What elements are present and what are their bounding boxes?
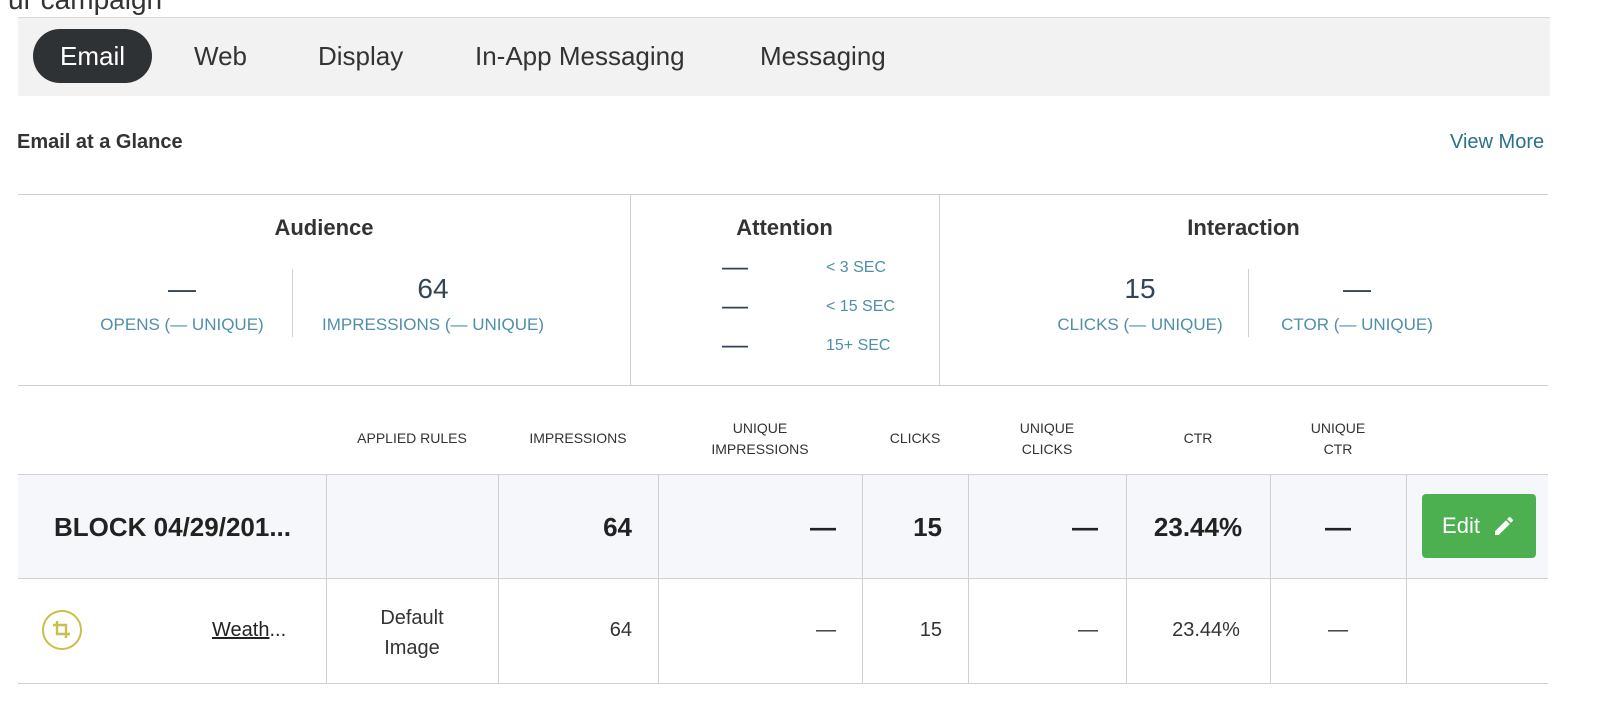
sub-clicks: 15	[919, 619, 942, 641]
crop-icon	[42, 610, 82, 650]
header-text: UNIQUE	[1310, 420, 1366, 436]
tab-email[interactable]: Email	[33, 29, 153, 83]
header-ctr: CTR	[1183, 430, 1213, 446]
block-name[interactable]: BLOCK 04/29/201...	[54, 512, 291, 543]
header-text: UNIQUE	[732, 420, 788, 436]
attention-value-15s: —	[722, 290, 748, 320]
creative-name: Weath	[212, 619, 270, 641]
sub-applied-rules: Default Image	[326, 603, 498, 663]
block-unique-ctr: —	[1325, 512, 1351, 542]
attention-value-3s: —	[722, 251, 748, 281]
tab-display[interactable]: Display	[318, 29, 403, 83]
header-text: IMPRESSIONS	[711, 441, 809, 457]
edit-button[interactable]: Edit	[1422, 494, 1536, 558]
table-divider	[18, 683, 1548, 684]
channel-tabs: Email Web Display In-App Messaging Messa…	[18, 18, 1550, 96]
summary-panel: Audience — OPENS (— UNIQUE) 64 IMPRESSIO…	[18, 194, 1548, 386]
impressions-label: IMPRESSIONS (— UNIQUE)	[322, 315, 544, 334]
header-text: UNIQUE	[1019, 420, 1075, 436]
attention-label-3s: < 3 SEC	[826, 259, 887, 276]
column-divider	[862, 474, 863, 683]
sub-impressions: 64	[609, 619, 632, 641]
header-unique-ctr: UNIQUE CTR	[1270, 418, 1406, 460]
section-title: Email at a Glance	[17, 131, 183, 153]
clicks-label: CLICKS (— UNIQUE)	[1057, 315, 1223, 334]
column-divider	[1270, 474, 1271, 683]
tab-messaging[interactable]: Messaging	[760, 29, 886, 83]
pencil-icon	[1494, 516, 1513, 535]
view-more-link[interactable]: View More	[1450, 131, 1550, 154]
creative-name-link[interactable]: Weath...	[212, 619, 286, 642]
opens-value: —	[168, 273, 196, 304]
table-divider	[18, 578, 1548, 579]
header-unique-impressions: UNIQUE IMPRESSIONS	[658, 418, 862, 460]
attention-title: Attention	[736, 215, 833, 240]
clicks-value: 15	[1124, 273, 1156, 304]
column-divider	[498, 474, 499, 683]
ctor-label: CTOR (— UNIQUE)	[1281, 315, 1433, 334]
metric-divider	[292, 269, 293, 337]
sub-ctr: 23.44%	[1172, 619, 1240, 641]
interaction-title: Interaction	[1187, 215, 1300, 240]
edit-button-label: Edit	[1442, 513, 1480, 538]
block-clicks: 15	[913, 512, 942, 542]
metric-divider	[1248, 269, 1249, 337]
audience-title: Audience	[274, 215, 374, 240]
block-unique-clicks: —	[1072, 512, 1098, 542]
tab-in-app-messaging[interactable]: In-App Messaging	[475, 29, 685, 83]
column-divider	[658, 474, 659, 683]
tab-web[interactable]: Web	[194, 29, 247, 83]
attention-label-15plus: 15+ SEC	[826, 337, 891, 354]
header-text: CTR	[1323, 441, 1353, 457]
header-text: CLICKS	[1021, 441, 1073, 457]
ctor-value: —	[1343, 273, 1371, 304]
column-divider	[968, 474, 969, 683]
opens-label: OPENS (— UNIQUE)	[100, 315, 264, 334]
header-unique-clicks: UNIQUE CLICKS	[968, 418, 1126, 460]
block-unique-impressions: —	[810, 512, 836, 542]
column-divider	[1406, 474, 1407, 683]
sub-unique-clicks: —	[1078, 619, 1098, 641]
attention-value-15plus: —	[722, 329, 748, 359]
creative-name-ellipsis: ...	[269, 619, 287, 641]
applied-rules-text: Image	[384, 637, 440, 659]
applied-rules-text: Default	[380, 607, 444, 629]
page-title-fragment: ur campaign	[8, 0, 162, 16]
header-impressions: IMPRESSIONS	[529, 430, 627, 446]
header-clicks: CLICKS	[889, 430, 941, 446]
block-impressions: 64	[603, 512, 632, 542]
table-divider	[18, 474, 1548, 475]
attention-label-15s: < 15 SEC	[826, 298, 895, 315]
sub-unique-impressions: —	[816, 619, 836, 641]
block-ctr: 23.44%	[1153, 512, 1243, 542]
sub-unique-ctr: —	[1328, 619, 1348, 641]
header-applied-rules: APPLIED RULES	[357, 430, 467, 446]
impressions-value: 64	[417, 273, 449, 304]
column-divider	[1126, 474, 1127, 683]
